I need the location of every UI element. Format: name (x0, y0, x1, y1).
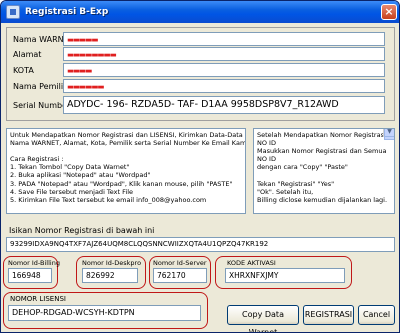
side-note-line: Masukkan Nomor Registrasi dan Semua (257, 147, 387, 156)
side-note-line: "Ok". Setelah itu, (257, 187, 314, 196)
side-note-line: Tekan "Registrasi" "Yes" (257, 179, 335, 188)
side-note-textarea[interactable]: Setelah Mendapatkan Nomor Registrasi & N… (253, 128, 395, 214)
server-id-field[interactable]: 762170 (153, 268, 207, 283)
alamat-field[interactable]: ▬▬▬▬▬▬▬▬ (63, 47, 385, 61)
side-note-line: Setelah Mendapatkan Nomor Registrasi & (257, 131, 393, 139)
side-note-scrollbar[interactable]: ▲ ▼ (383, 129, 394, 140)
instructions-textarea[interactable]: Untuk Mendapatkan Nomor Registrasi dan L… (6, 128, 246, 214)
registration-number-field[interactable]: 93299IDXA9NQ4TXF7AJZ64UQM8CLQQSNNCWIIZXQ… (6, 237, 395, 252)
instruction-line: Untuk Mendapatkan Nomor Registrasi dan L… (10, 131, 243, 139)
nama-pemilik-label: Nama Pemilik (13, 82, 68, 91)
instruction-line: 5. Kirimkan File Text tersebut ke email … (10, 195, 207, 204)
close-button[interactable]: × (381, 4, 397, 20)
cancel-button[interactable]: Cancel (358, 305, 395, 325)
side-note-line: dengan cara "Copy" "Paste" (257, 163, 348, 172)
license-number-label: NOMOR LISENSI (10, 295, 66, 303)
app-icon (6, 5, 20, 19)
billing-id-field[interactable]: 166948 (8, 268, 52, 283)
instruction-line: 4. Save File tersebut menjadi Text File (10, 187, 134, 196)
registrasi-button[interactable]: REGISTRASI (303, 305, 354, 325)
kode-aktivasi-label: KODE AKTIVASI (227, 259, 276, 267)
redacted-mark: ▬▬▬▬▬ (67, 35, 98, 44)
serial-number-field[interactable]: ADYDC- 196- RZDA5D- TAF- D1AA 9958DSP8V7… (63, 96, 385, 114)
redacted-mark: ▬▬▬▬▬▬▬▬ (67, 50, 117, 59)
deskpro-id-field[interactable]: 826992 (82, 268, 138, 283)
instruction-line: 2. Buka aplikasi "Notepad" atau "Wordpad… (10, 171, 151, 180)
nama-pemilik-field[interactable]: ▬▬▬▬▬▬ (63, 79, 385, 93)
kode-aktivasi-field[interactable]: XHRXNFXJMY (225, 268, 345, 283)
copy-data-warnet-button[interactable]: Copy Data Warnet (227, 305, 299, 332)
instruction-line: 3. PADA "Notepad" atau "Wordpad", Klik k… (10, 179, 233, 188)
instruction-line (10, 147, 242, 155)
side-note-line: NO ID (257, 139, 276, 148)
billing-id-label: Nomor Id-Billing (8, 259, 60, 267)
instruction-line: Nama WARNET, Alamat, Kota, Pemilik serta… (10, 139, 246, 148)
redacted-mark: ▬▬▬▬▬▬ (67, 82, 105, 91)
side-note-line: Billing diclose kemudian dijalankan lagi… (257, 195, 388, 204)
title-bar[interactable]: Registrasi B-Exp × (1, 1, 399, 23)
redacted-mark: ▬▬▬▬ (67, 66, 92, 75)
kota-field[interactable]: ▬▬▬▬ (63, 63, 385, 77)
server-id-label: Nomor Id-Server (153, 259, 207, 267)
serial-number-label: Serial Number (13, 101, 71, 110)
window-title: Registrasi B-Exp (25, 7, 109, 17)
instruction-line: 1. Tekan Tombol "Copy Data Warnet" (10, 163, 130, 172)
alamat-label: Alamat (13, 50, 42, 59)
scroll-down-arrow-icon[interactable]: ▼ (384, 129, 394, 138)
kota-label: KOTA (13, 66, 34, 75)
registration-number-label: Isikan Nomor Registrasi di bawah ini (9, 226, 155, 235)
deskpro-id-label: Nomor Id-Deskpro (82, 259, 142, 267)
registration-window: Registrasi B-Exp × Nama WARNET ▬▬▬▬▬ Ala… (0, 0, 400, 333)
nama-warnet-field[interactable]: ▬▬▬▬▬ (63, 32, 385, 46)
side-note-line: NO ID (257, 155, 276, 164)
license-number-field[interactable]: DEHOP-RDGAD-WCSYH-KDTPN (8, 305, 201, 321)
instruction-line: Cara Registrasi : (10, 155, 64, 164)
side-note-line (257, 171, 382, 179)
